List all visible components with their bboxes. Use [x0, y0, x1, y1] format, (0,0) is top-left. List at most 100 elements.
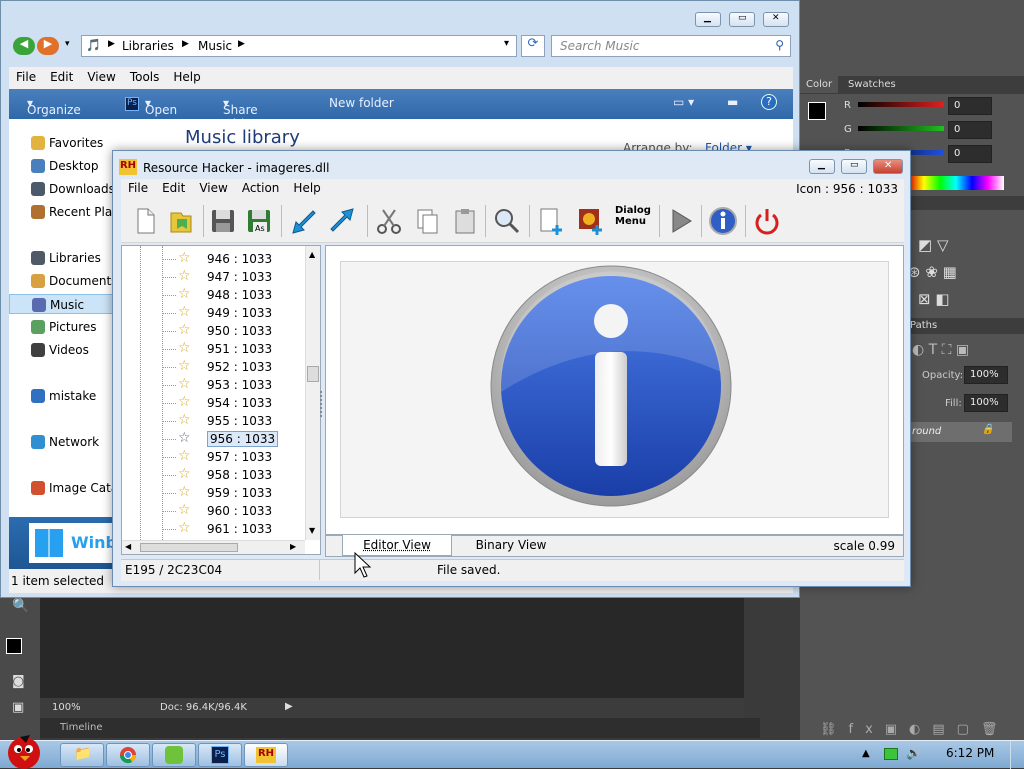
layer-filter-icons[interactable]: ◐ T ⛶ ▣ [912, 342, 969, 358]
save-as-button[interactable]: As [243, 205, 275, 237]
breadcrumb-music[interactable]: Music [198, 39, 232, 53]
channel-value-field[interactable]: 0 [948, 97, 992, 115]
h-scroll-thumb[interactable] [140, 543, 238, 552]
forward-button[interactable]: ▶ [37, 37, 59, 55]
taskbar-photo-app[interactable] [152, 743, 196, 767]
tray-expand-icon[interactable]: ▲ [862, 748, 870, 759]
organize-button[interactable]: Organize ▾ [27, 96, 81, 117]
find-button[interactable] [491, 205, 523, 237]
menu-file[interactable]: File [9, 67, 43, 87]
help-icon[interactable]: ? [761, 94, 777, 110]
menu-view[interactable]: View [80, 67, 122, 87]
zoom-level[interactable]: 100% [52, 702, 81, 713]
channel-slider[interactable] [858, 102, 944, 107]
address-bar[interactable]: 🎵 ▶ Libraries ▶ Music ▶ ▾ [81, 35, 517, 57]
taskbar-resource-hacker[interactable]: RH [244, 743, 288, 767]
explorer-minimize-button[interactable]: ▁ [695, 12, 721, 27]
opacity-field[interactable]: 100% [964, 366, 1008, 384]
tree-item[interactable]: ☆ 961 : 1033 [162, 520, 312, 538]
tree-item[interactable]: ☆ 958 : 1033 [162, 466, 312, 484]
rh-menu-view[interactable]: View [192, 179, 234, 197]
quick-mask-icon[interactable]: ◙ [12, 674, 25, 689]
exit-button[interactable] [751, 205, 783, 237]
search-input[interactable]: Search Music ⚲ [551, 35, 791, 57]
tree-item[interactable]: ☆ 954 : 1033 [162, 394, 312, 412]
adjustment-icons-2[interactable]: ⊛ ❀ ▦ [908, 263, 957, 281]
rh-close-button[interactable]: ✕ [873, 159, 903, 174]
rh-menu-action[interactable]: Action [235, 179, 287, 197]
tree-item[interactable]: ☆ 956 : 1033 [162, 430, 312, 448]
tree-item[interactable]: ☆ 959 : 1033 [162, 484, 312, 502]
taskbar-explorer[interactable]: 📁 [60, 743, 104, 767]
compile-button[interactable] [287, 205, 319, 237]
tree-item[interactable]: ☆ 960 : 1033 [162, 502, 312, 520]
about-button[interactable] [707, 205, 739, 237]
show-desktop-button[interactable] [1010, 741, 1024, 769]
resource-tree[interactable]: ▲ ▼ ◀ ▶ ☆ 946 : 1033 ☆ 947 : 1033 ☆ 948 : 103… [121, 245, 321, 555]
clock[interactable]: 6:12 PM [946, 746, 994, 760]
view-options-icon[interactable]: ▭ ▾ [673, 95, 694, 109]
refresh-button[interactable]: ⟳ [521, 35, 545, 57]
volume-icon[interactable]: 🔊 [906, 746, 921, 760]
search-icon[interactable]: ⚲ [775, 38, 784, 52]
scroll-left-icon[interactable]: ◀ [125, 542, 131, 551]
add-image-button[interactable] [575, 205, 607, 237]
dialog-menu-button[interactable]: Dialog Menu [615, 205, 655, 237]
tree-item[interactable]: ☆ 951 : 1033 [162, 340, 312, 358]
scroll-right-icon[interactable]: ▶ [290, 542, 296, 551]
rh-minimize-button[interactable]: ▁ [809, 159, 835, 174]
explorer-close-button[interactable]: ✕ [763, 12, 789, 27]
copy-button[interactable] [411, 205, 443, 237]
tree-item[interactable]: ☆ 957 : 1033 [162, 448, 312, 466]
go-forward-button[interactable] [327, 205, 359, 237]
rh-maximize-button[interactable]: ▭ [841, 159, 867, 174]
layer-row[interactable]: round 🔒 [908, 422, 1012, 442]
paste-button[interactable] [449, 205, 481, 237]
tree-item[interactable]: ☆ 955 : 1033 [162, 412, 312, 430]
address-dropdown-icon[interactable]: ▾ [504, 38, 509, 49]
tree-item[interactable]: ☆ 946 : 1033 [162, 250, 312, 268]
add-resource-button[interactable] [535, 205, 567, 237]
tree-item[interactable]: ☆ 950 : 1033 [162, 322, 312, 340]
fill-field[interactable]: 100% [964, 394, 1008, 412]
status-arrow-icon[interactable]: ▶ [285, 701, 293, 712]
tab-color[interactable]: Color [800, 76, 839, 93]
rh-menu-help[interactable]: Help [286, 179, 327, 197]
splitter-handle[interactable] [320, 391, 324, 417]
explorer-maximize-button[interactable]: ▭ [729, 12, 755, 27]
screen-mode-icon[interactable]: ▣ [12, 700, 24, 715]
channel-slider[interactable] [858, 126, 944, 131]
channel-value-field[interactable]: 0 [948, 145, 992, 163]
angry-bird-start-icon[interactable] [2, 729, 46, 769]
tree-item[interactable]: ☆ 953 : 1033 [162, 376, 312, 394]
color-spectrum[interactable] [908, 176, 1004, 190]
ps-fg-color[interactable] [6, 638, 22, 654]
timeline-tab[interactable]: Timeline [60, 722, 103, 733]
run-button[interactable] [665, 205, 697, 237]
tree-horizontal-scrollbar[interactable]: ◀ ▶ [122, 540, 305, 554]
tree-item[interactable]: ☆ 948 : 1033 [162, 286, 312, 304]
share-with-button[interactable]: Share with ▾ [223, 96, 258, 131]
tree-item[interactable]: ☆ 952 : 1033 [162, 358, 312, 376]
tab-paths[interactable]: Paths [910, 320, 937, 331]
history-dropdown-icon[interactable]: ▾ [65, 39, 70, 49]
menu-help[interactable]: Help [166, 67, 207, 87]
taskbar-chrome[interactable] [106, 743, 150, 767]
open-file-button[interactable] [165, 205, 197, 237]
menu-edit[interactable]: Edit [43, 67, 80, 87]
cut-button[interactable] [373, 205, 405, 237]
tree-item[interactable]: ☆ 949 : 1033 [162, 304, 312, 322]
taskbar-photoshop[interactable]: Ps [198, 743, 242, 767]
channel-value-field[interactable]: 0 [948, 121, 992, 139]
tab-binary-view[interactable]: Binary View [456, 538, 566, 556]
foreground-swatch[interactable] [808, 102, 826, 120]
layers-footer-icons[interactable]: ⛓fx▣◐▤▢🗑 [820, 722, 1009, 737]
zoom-tool-icon[interactable]: 🔍 [12, 598, 29, 614]
back-button[interactable]: ◀ [13, 37, 35, 55]
tree-item[interactable]: ☆ 947 : 1033 [162, 268, 312, 286]
new-file-button[interactable] [129, 205, 161, 237]
rh-menu-file[interactable]: File [121, 179, 155, 197]
preview-pane-icon[interactable]: ▬ [727, 95, 738, 109]
rh-menu-edit[interactable]: Edit [155, 179, 192, 197]
tab-swatches[interactable]: Swatches [841, 76, 902, 93]
